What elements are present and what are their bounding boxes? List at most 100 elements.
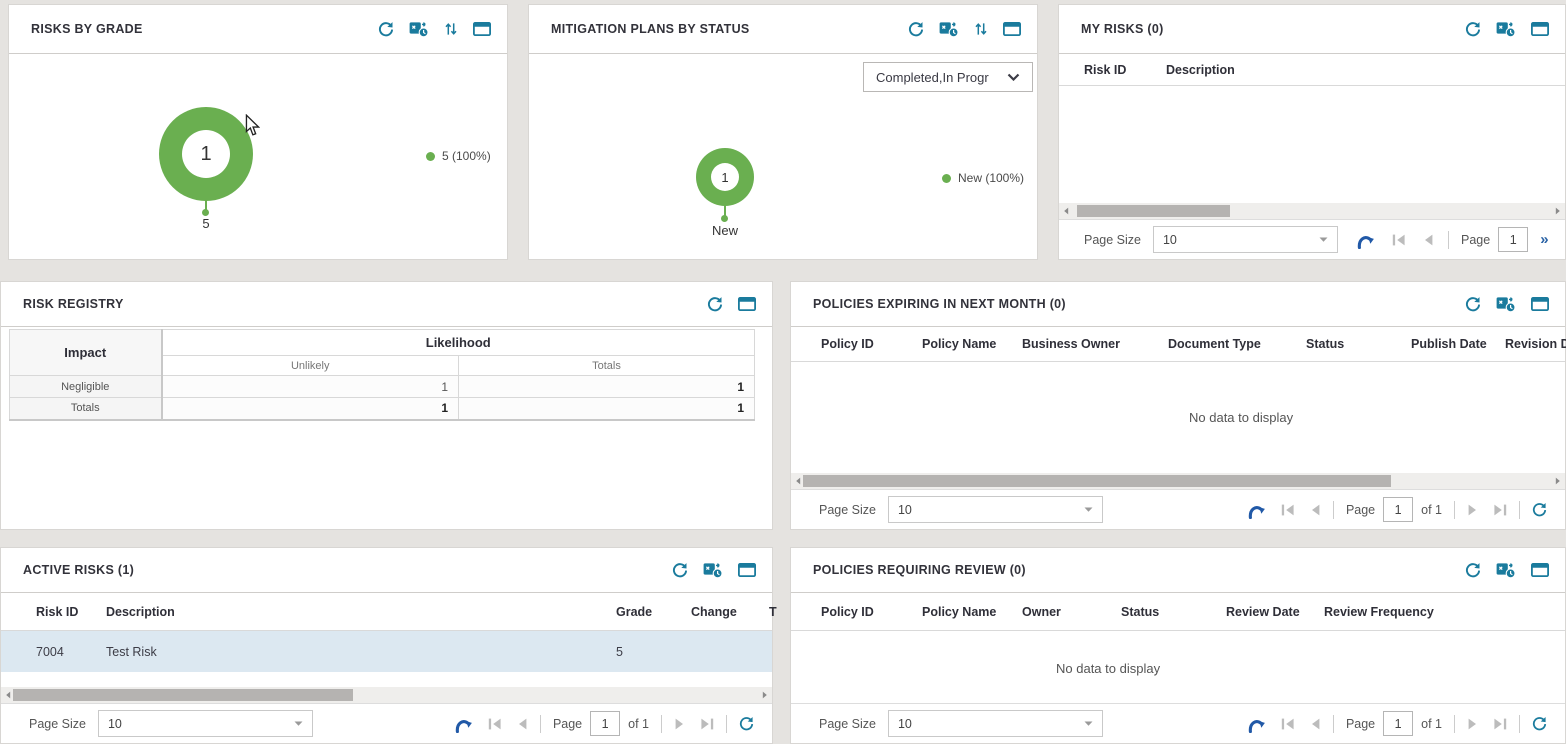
last-page-icon[interactable]: [1493, 718, 1507, 730]
refresh-icon[interactable]: [1465, 21, 1481, 37]
column-header[interactable]: Policy ID: [821, 337, 874, 351]
column-header[interactable]: Revision D: [1505, 337, 1566, 351]
first-page-icon[interactable]: [1281, 718, 1295, 730]
column-header[interactable]: Review Frequency: [1324, 605, 1434, 619]
page-input[interactable]: 1: [1383, 497, 1413, 522]
last-page-icon[interactable]: [700, 718, 714, 730]
horizontal-scrollbar[interactable]: [791, 473, 1565, 489]
panel-my-risks: MY RISKS (0) Risk ID Description Page Si…: [1058, 4, 1566, 260]
horizontal-scrollbar[interactable]: [1059, 203, 1565, 219]
table-row[interactable]: 7004 Test Risk 5: [1, 631, 772, 672]
refresh-icon[interactable]: [672, 562, 688, 578]
refresh-icon[interactable]: [1465, 296, 1481, 312]
column-header[interactable]: Publish Date: [1411, 337, 1487, 351]
matrix-col-header: Totals: [459, 356, 755, 376]
refresh-icon[interactable]: [908, 21, 924, 37]
page-input[interactable]: 1: [590, 711, 620, 736]
column-header-risk-id[interactable]: Risk ID: [1084, 63, 1126, 77]
column-header[interactable]: Policy Name: [922, 605, 996, 619]
caret-down-icon: [1319, 237, 1328, 242]
refresh-icon[interactable]: [1465, 562, 1481, 578]
refresh-icon[interactable]: [739, 716, 754, 731]
sort-icon[interactable]: [444, 21, 458, 37]
last-page-icon[interactable]: [1493, 504, 1507, 516]
column-header[interactable]: Status: [1306, 337, 1344, 351]
column-header-clipped[interactable]: T: [769, 605, 777, 619]
maximize-icon[interactable]: [738, 297, 756, 311]
export-schedule-icon[interactable]: [1496, 561, 1516, 579]
refresh-icon[interactable]: [378, 21, 394, 37]
column-header[interactable]: Policy ID: [821, 605, 874, 619]
page-size-select[interactable]: 10: [888, 710, 1103, 737]
more-pagination-button[interactable]: »: [1540, 231, 1548, 248]
panel-active-risks: ACTIVE RISKS (1) Risk ID Description Gra…: [0, 547, 773, 744]
scrollbar-thumb[interactable]: [803, 475, 1391, 487]
export-schedule-icon[interactable]: [1496, 20, 1516, 38]
no-data-message: No data to display: [1056, 661, 1160, 676]
matrix-cell-total[interactable]: 1: [459, 398, 755, 420]
column-header[interactable]: Risk ID: [36, 605, 78, 619]
maximize-icon[interactable]: [738, 563, 756, 577]
panel-mitigation-plans-by-status: MITIGATION PLANS BY STATUS Completed,In …: [528, 4, 1038, 260]
next-page-icon[interactable]: [1467, 504, 1479, 516]
column-header[interactable]: Document Type: [1168, 337, 1261, 351]
undo-icon[interactable]: [1247, 715, 1267, 733]
refresh-icon[interactable]: [1532, 716, 1547, 731]
export-schedule-icon[interactable]: [1496, 295, 1516, 313]
sort-icon[interactable]: [974, 21, 988, 37]
column-header[interactable]: Business Owner: [1022, 337, 1120, 351]
column-header[interactable]: Change: [691, 605, 737, 619]
scroll-right-icon[interactable]: [1555, 207, 1561, 215]
page-size-select[interactable]: 10: [98, 710, 313, 737]
column-header[interactable]: Review Date: [1226, 605, 1300, 619]
maximize-icon[interactable]: [1531, 22, 1549, 36]
column-header[interactable]: Grade: [616, 605, 652, 619]
first-page-icon[interactable]: [488, 718, 502, 730]
next-page-icon[interactable]: [1467, 718, 1479, 730]
previous-page-icon[interactable]: [1309, 718, 1321, 730]
previous-page-icon[interactable]: [516, 718, 528, 730]
column-header[interactable]: Description: [106, 605, 175, 619]
column-header[interactable]: Policy Name: [922, 337, 996, 351]
column-header-description[interactable]: Description: [1166, 63, 1235, 77]
maximize-icon[interactable]: [1003, 22, 1021, 36]
previous-page-icon[interactable]: [1422, 234, 1434, 246]
maximize-icon[interactable]: [1531, 563, 1549, 577]
page-input[interactable]: 1: [1383, 711, 1413, 736]
scrollbar-thumb[interactable]: [1077, 205, 1230, 217]
horizontal-scrollbar[interactable]: [1, 687, 772, 703]
maximize-icon[interactable]: [473, 22, 491, 36]
refresh-icon[interactable]: [1532, 502, 1547, 517]
page-input[interactable]: 1: [1498, 227, 1528, 252]
undo-icon[interactable]: [454, 715, 474, 733]
export-schedule-icon[interactable]: [409, 20, 429, 38]
caret-down-icon: [1084, 507, 1093, 512]
maximize-icon[interactable]: [1531, 297, 1549, 311]
column-header[interactable]: Owner: [1022, 605, 1061, 619]
export-schedule-icon[interactable]: [703, 561, 723, 579]
undo-icon[interactable]: [1356, 231, 1376, 249]
scroll-right-icon[interactable]: [762, 691, 768, 699]
scroll-left-icon[interactable]: [1063, 207, 1069, 215]
scroll-left-icon[interactable]: [795, 477, 801, 485]
scroll-right-icon[interactable]: [1555, 477, 1561, 485]
page-size-select[interactable]: 10: [1153, 226, 1338, 253]
page-size-select[interactable]: 10: [888, 496, 1103, 523]
export-schedule-icon[interactable]: [939, 20, 959, 38]
matrix-cell-total[interactable]: 1: [162, 398, 459, 420]
next-page-icon[interactable]: [674, 718, 686, 730]
grid-body: [1059, 86, 1565, 203]
chevron-down-icon: [1007, 73, 1020, 81]
column-header[interactable]: Status: [1121, 605, 1159, 619]
panel-risks-by-grade: RISKS BY GRADE 1 5 5 (100%): [8, 4, 508, 260]
scroll-left-icon[interactable]: [5, 691, 11, 699]
first-page-icon[interactable]: [1281, 504, 1295, 516]
matrix-cell-total[interactable]: 1: [459, 376, 755, 398]
scrollbar-thumb[interactable]: [13, 689, 353, 701]
previous-page-icon[interactable]: [1309, 504, 1321, 516]
refresh-icon[interactable]: [707, 296, 723, 312]
undo-icon[interactable]: [1247, 501, 1267, 519]
matrix-cell[interactable]: 1: [162, 376, 459, 398]
status-filter-dropdown[interactable]: Completed,In Progr: [863, 62, 1033, 92]
first-page-icon[interactable]: [1392, 234, 1406, 246]
